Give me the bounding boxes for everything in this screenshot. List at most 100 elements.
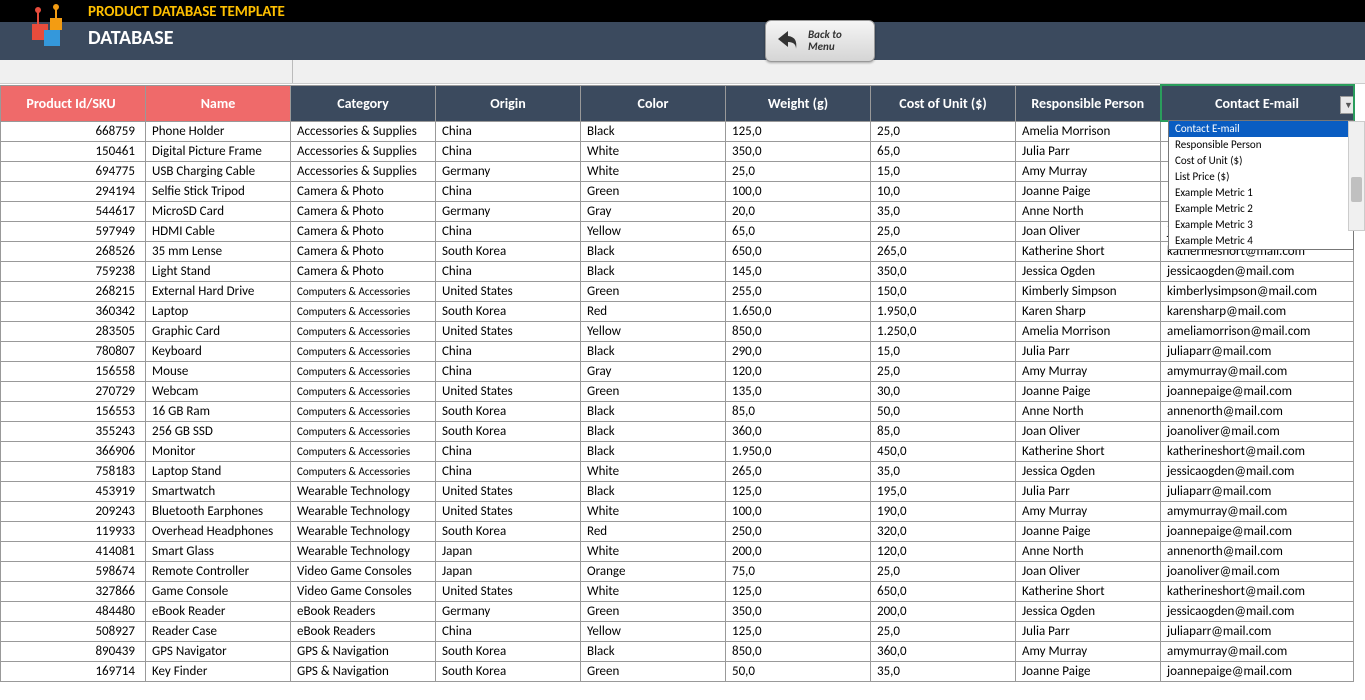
cell[interactable]: annenorth@mail.com xyxy=(1161,541,1354,561)
cell[interactable]: 414081 xyxy=(1,541,146,561)
cell[interactable]: amymurray@mail.com xyxy=(1161,361,1354,381)
cell[interactable]: Computers & Accessories xyxy=(291,341,436,361)
cell[interactable]: 100,0 xyxy=(726,501,871,521)
col-header-color[interactable]: Color xyxy=(581,85,726,121)
cell[interactable]: Black xyxy=(581,441,726,461)
cell[interactable]: 35,0 xyxy=(871,461,1016,481)
cell[interactable]: 75,0 xyxy=(726,561,871,581)
cell[interactable]: katherineshort@mail.com xyxy=(1161,581,1354,601)
cell[interactable]: 190,0 xyxy=(871,501,1016,521)
table-row[interactable]: 597949HDMI CableCamera & PhotoChinaYello… xyxy=(1,221,1354,241)
cell[interactable]: 125,0 xyxy=(726,581,871,601)
cell[interactable]: White xyxy=(581,141,726,161)
col-header-sku[interactable]: Product Id/SKU xyxy=(1,85,146,121)
table-row[interactable]: 209243Bluetooth EarphonesWearable Techno… xyxy=(1,501,1354,521)
cell[interactable]: China xyxy=(436,461,581,481)
cell[interactable]: South Korea xyxy=(436,421,581,441)
dropdown-item[interactable]: List Price ($) xyxy=(1169,169,1353,185)
table-row[interactable]: 890439GPS NavigatorGPS & NavigationSouth… xyxy=(1,641,1354,661)
cell[interactable]: jessicaogden@mail.com xyxy=(1161,601,1354,621)
cell[interactable]: Anne North xyxy=(1016,201,1161,221)
cell[interactable]: 290,0 xyxy=(726,341,871,361)
cell[interactable]: South Korea xyxy=(436,521,581,541)
cell[interactable]: 85,0 xyxy=(726,401,871,421)
cell[interactable]: Germany xyxy=(436,201,581,221)
table-row[interactable]: 508927Reader CaseeBook ReadersChinaYello… xyxy=(1,621,1354,641)
cell[interactable]: 270729 xyxy=(1,381,146,401)
cell[interactable]: Wearable Technology xyxy=(291,501,436,521)
table-row[interactable]: 414081Smart GlassWearable TechnologyJapa… xyxy=(1,541,1354,561)
dropdown-scrollbar[interactable] xyxy=(1348,121,1365,231)
cell[interactable]: 85,0 xyxy=(871,421,1016,441)
cell[interactable]: Remote Controller xyxy=(146,561,291,581)
dropdown-item[interactable]: Example Metric 1 xyxy=(1169,185,1353,201)
cell[interactable]: Joanne Paige xyxy=(1016,521,1161,541)
cell[interactable]: 250,0 xyxy=(726,521,871,541)
cell[interactable]: 268526 xyxy=(1,241,146,261)
cell[interactable]: Red xyxy=(581,521,726,541)
cell[interactable]: Game Console xyxy=(146,581,291,601)
cell[interactable]: Black xyxy=(581,421,726,441)
cell[interactable]: 758183 xyxy=(1,461,146,481)
cell[interactable]: 355243 xyxy=(1,421,146,441)
cell[interactable]: 120,0 xyxy=(726,361,871,381)
table-row[interactable]: 15655316 GB RamComputers & AccessoriesSo… xyxy=(1,401,1354,421)
table-row[interactable]: 268215External Hard DriveComputers & Acc… xyxy=(1,281,1354,301)
cell[interactable]: United States xyxy=(436,581,581,601)
cell[interactable]: 650,0 xyxy=(871,581,1016,601)
cell[interactable]: Anne North xyxy=(1016,541,1161,561)
table-row[interactable]: 119933Overhead HeadphonesWearable Techno… xyxy=(1,521,1354,541)
cell[interactable]: Accessories & Supplies xyxy=(291,141,436,161)
cell[interactable]: Amelia Morrison xyxy=(1016,121,1161,141)
cell[interactable]: 200,0 xyxy=(871,601,1016,621)
table-row[interactable]: 294194Selfie Stick TripodCamera & PhotoC… xyxy=(1,181,1354,201)
table-row[interactable]: 484480eBook ReadereBook ReadersGermanyGr… xyxy=(1,601,1354,621)
cell[interactable]: 25,0 xyxy=(871,621,1016,641)
cell[interactable]: katherineshort@mail.com xyxy=(1161,441,1354,461)
col-header-origin[interactable]: Origin xyxy=(436,85,581,121)
cell[interactable]: Mouse xyxy=(146,361,291,381)
table-row[interactable]: 366906MonitorComputers & AccessoriesChin… xyxy=(1,441,1354,461)
cell[interactable]: USB Charging Cable xyxy=(146,161,291,181)
cell[interactable]: joanoliver@mail.com xyxy=(1161,561,1354,581)
back-to-menu-button[interactable]: Back to Menu xyxy=(765,20,875,62)
cell[interactable]: jessicaogden@mail.com xyxy=(1161,261,1354,281)
cell[interactable]: Japan xyxy=(436,541,581,561)
cell[interactable]: Laptop Stand xyxy=(146,461,291,481)
cell[interactable]: eBook Readers xyxy=(291,621,436,641)
cell[interactable]: 360,0 xyxy=(726,421,871,441)
cell[interactable]: 195,0 xyxy=(871,481,1016,501)
cell[interactable]: 25,0 xyxy=(726,161,871,181)
cell[interactable]: Green xyxy=(581,661,726,681)
cell[interactable]: jessicaogden@mail.com xyxy=(1161,461,1354,481)
cell[interactable]: GPS & Navigation xyxy=(291,661,436,681)
dropdown-item[interactable]: Cost of Unit ($) xyxy=(1169,153,1353,169)
dropdown-toggle-icon[interactable]: ▼ xyxy=(1340,96,1354,114)
cell[interactable]: Computers & Accessories xyxy=(291,361,436,381)
table-row[interactable]: 156558MouseComputers & AccessoriesChinaG… xyxy=(1,361,1354,381)
cell[interactable]: 366906 xyxy=(1,441,146,461)
cell[interactable]: 598674 xyxy=(1,561,146,581)
cell[interactable]: HDMI Cable xyxy=(146,221,291,241)
cell[interactable]: Key Finder xyxy=(146,661,291,681)
cell[interactable]: 256 GB SSD xyxy=(146,421,291,441)
table-row[interactable]: 544617MicroSD CardCamera & PhotoGermanyG… xyxy=(1,201,1354,221)
cell[interactable]: China xyxy=(436,361,581,381)
cell[interactable]: Amy Murray xyxy=(1016,501,1161,521)
cell[interactable]: United States xyxy=(436,481,581,501)
cell[interactable]: Keyboard xyxy=(146,341,291,361)
cell[interactable]: South Korea xyxy=(436,641,581,661)
cell[interactable]: 268215 xyxy=(1,281,146,301)
cell[interactable]: 65,0 xyxy=(726,221,871,241)
cell[interactable]: China xyxy=(436,181,581,201)
cell[interactable]: 850,0 xyxy=(726,641,871,661)
cell[interactable]: Yellow xyxy=(581,321,726,341)
dropdown-item[interactable]: Contact E-mail xyxy=(1169,121,1353,137)
cell[interactable]: Katherine Short xyxy=(1016,241,1161,261)
table-row[interactable]: 327866Game ConsoleVideo Game ConsolesUni… xyxy=(1,581,1354,601)
cell[interactable]: eBook Reader xyxy=(146,601,291,621)
cell[interactable]: 25,0 xyxy=(871,361,1016,381)
cell[interactable]: United States xyxy=(436,281,581,301)
cell[interactable]: Japan xyxy=(436,561,581,581)
table-row[interactable]: 355243256 GB SSDComputers & AccessoriesS… xyxy=(1,421,1354,441)
